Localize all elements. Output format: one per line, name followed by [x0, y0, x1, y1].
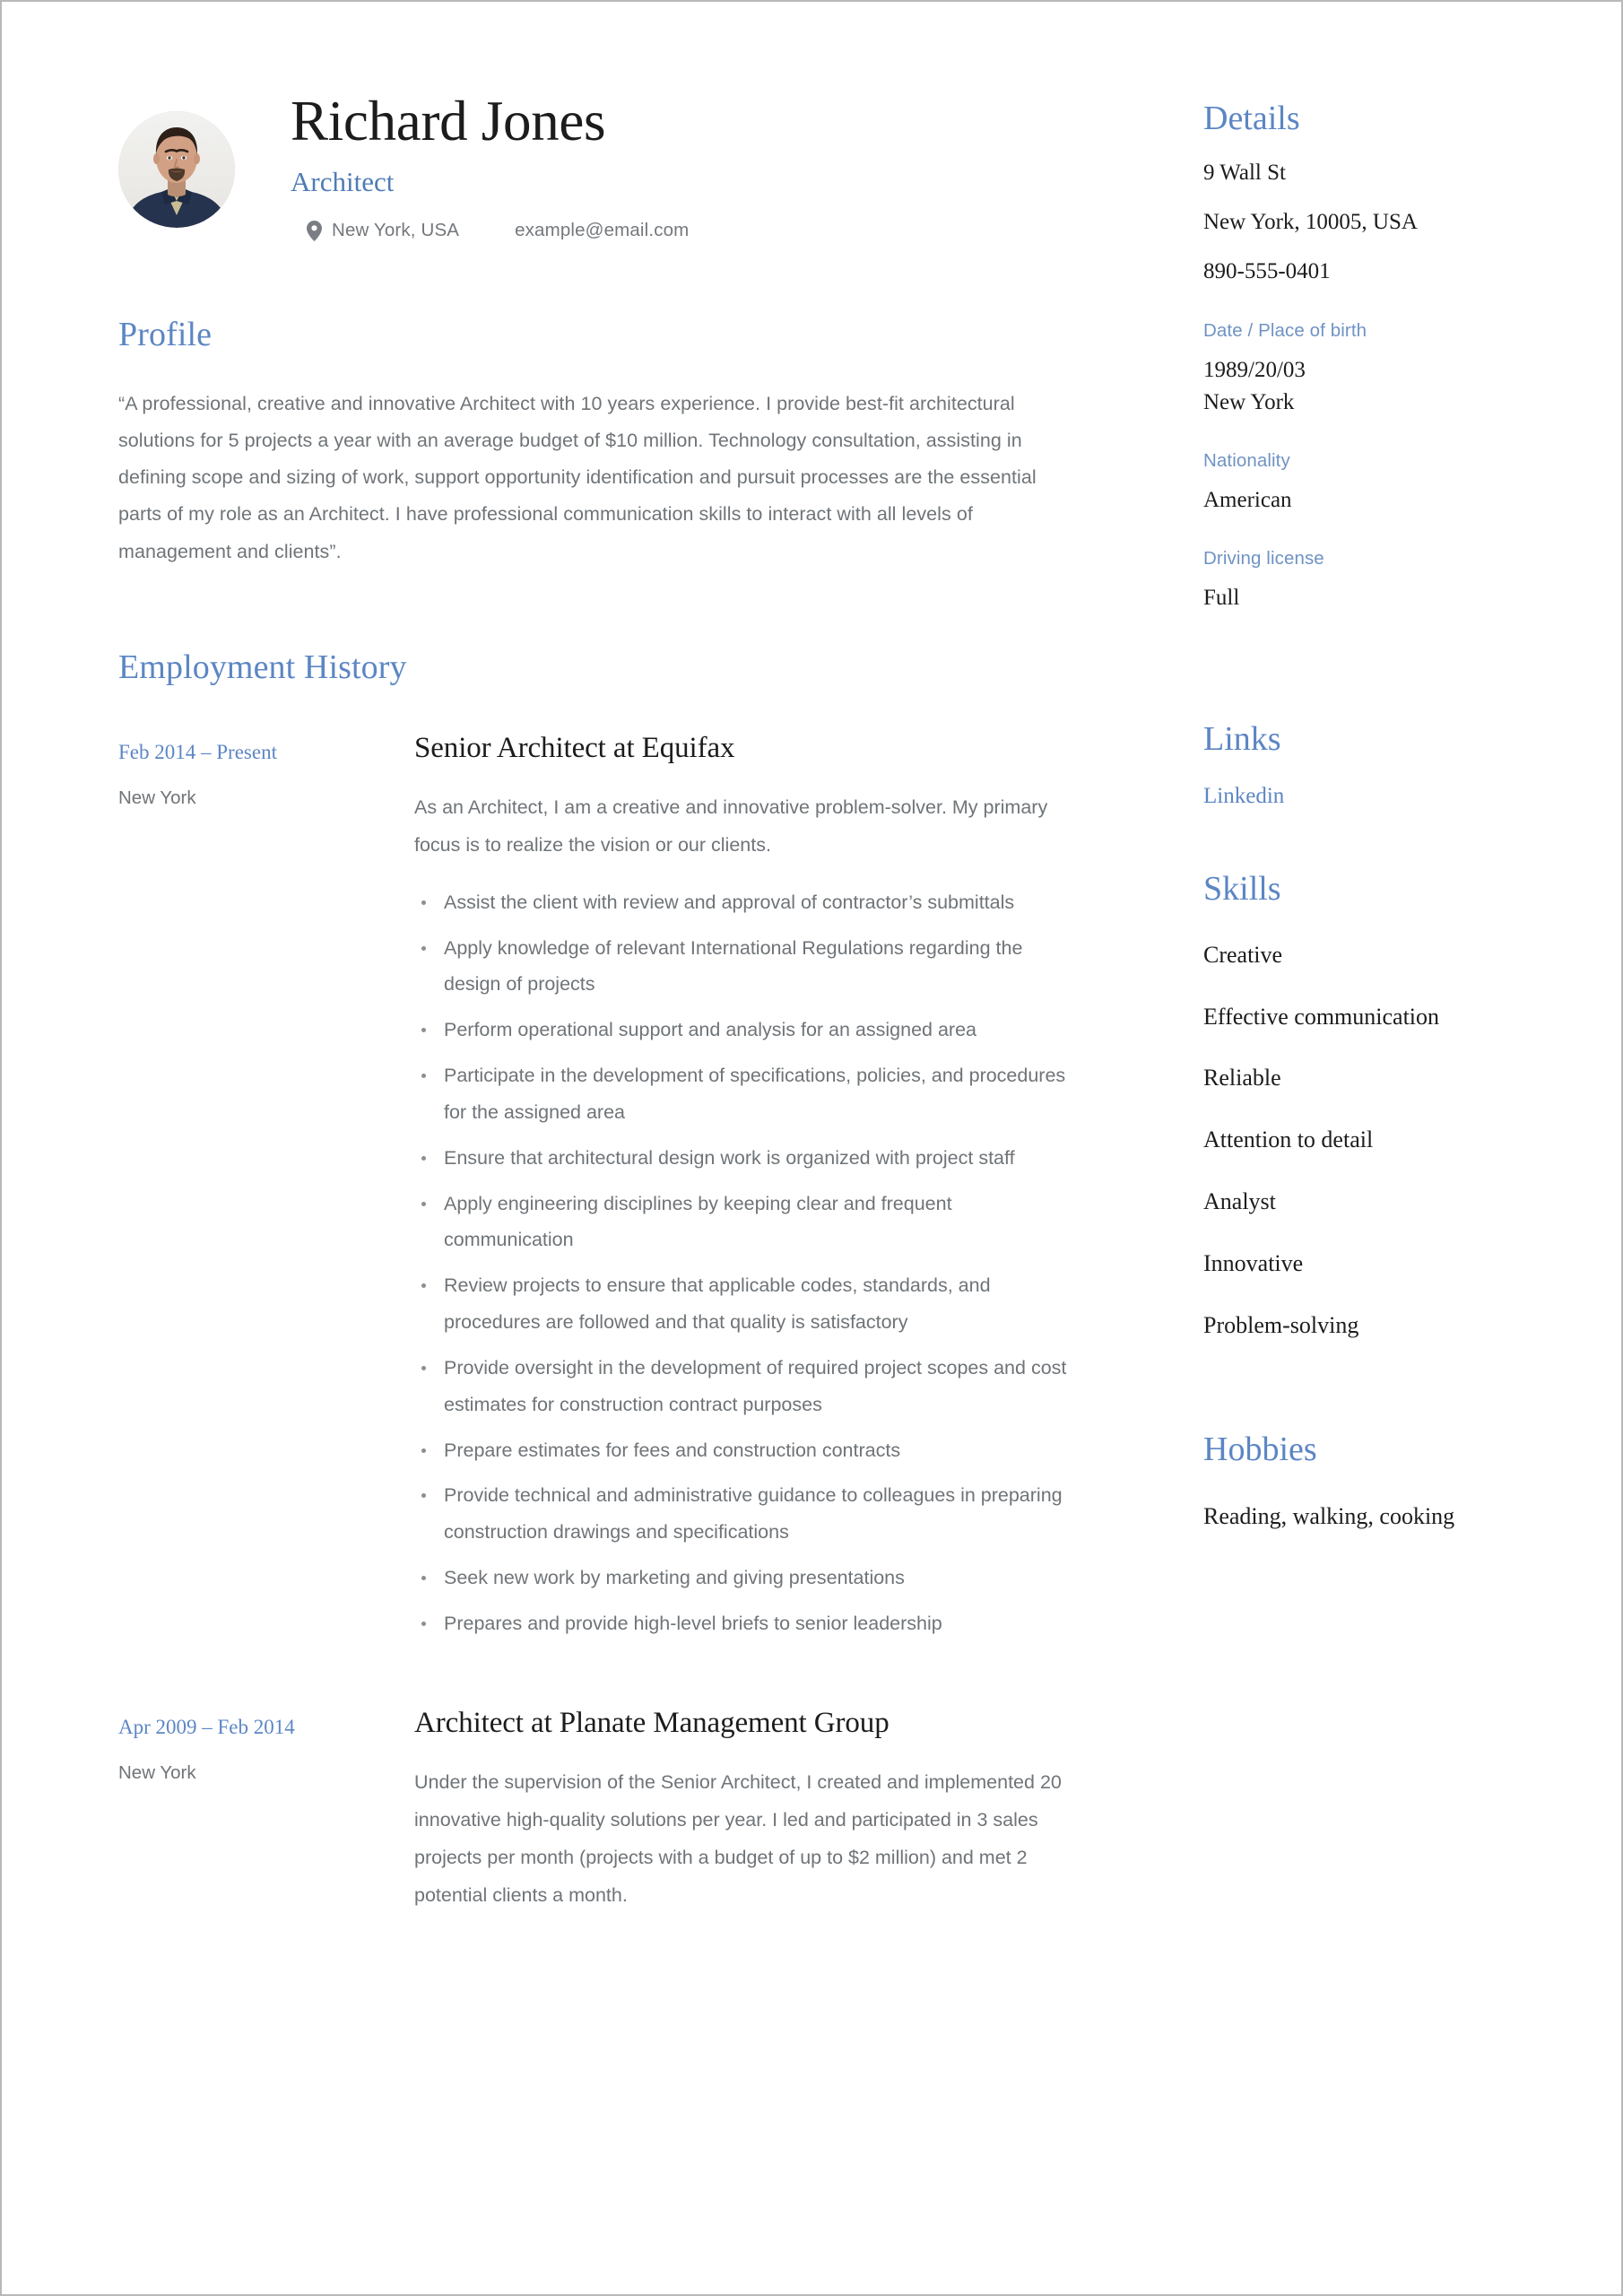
skill-item: Creative	[1203, 941, 1283, 968]
employment-description: Under the supervision of the Senior Arch…	[414, 1771, 1062, 1906]
profile-heading: Profile	[118, 316, 213, 354]
list-item: Perform operational support and analysis…	[414, 1012, 1078, 1048]
portrait-illustration	[118, 111, 235, 228]
contact-email[interactable]: example@email.com	[515, 220, 689, 241]
links-heading: Links	[1203, 720, 1281, 759]
details-dob-value: 1989/20/03 New York	[1203, 358, 1306, 414]
employment-entry: Apr 2009 – Feb 2014 New York Architect a…	[118, 1705, 1078, 1915]
skill-item: Effective communication	[1203, 1003, 1440, 1030]
list-item: Apply engineering disciplines by keeping…	[414, 1186, 1078, 1259]
list-item: Provide oversight in the development of …	[414, 1350, 1078, 1423]
details-heading: Details	[1203, 100, 1300, 137]
details-section: Details 9 Wall St New York, 10005, USA 8…	[1203, 99, 1499, 613]
hobbies-heading: Hobbies	[1203, 1430, 1317, 1468]
employment-dates: Apr 2009 – Feb 2014	[118, 1715, 295, 1738]
profile-section: Profile “A professional, creative and in…	[118, 315, 1078, 570]
skill-item: Attention to detail	[1203, 1126, 1374, 1153]
employment-section: Employment History Feb 2014 – Present Ne…	[118, 648, 1078, 1915]
location-pin-icon	[307, 220, 322, 241]
details-nationality-label: Nationality	[1203, 450, 1290, 472]
skills-heading: Skills	[1203, 870, 1281, 908]
profile-body: “A professional, creative and innovative…	[118, 392, 1037, 562]
contact-row: New York, USA example@email.com	[307, 220, 1078, 241]
main-column: Richard Jones Architect New York, USA ex…	[118, 91, 1132, 1969]
resume-content: Richard Jones Architect New York, USA ex…	[118, 91, 1541, 2294]
list-item: Prepare estimates for fees and construct…	[414, 1432, 1078, 1469]
employment-body: Architect at Planate Management Group Un…	[414, 1705, 1078, 1915]
list-item: Review projects to ensure that applicabl…	[414, 1267, 1078, 1341]
avatar-photo	[118, 111, 235, 228]
details-address-line1: 9 Wall St	[1203, 160, 1286, 185]
header-text-group: Richard Jones Architect New York, USA ex…	[291, 91, 1078, 241]
candidate-name: Richard Jones	[291, 90, 606, 152]
details-license-label: Driving license	[1203, 548, 1324, 570]
employment-title: Senior Architect at Equifax	[414, 731, 735, 764]
details-address-line2: New York, 10005, USA	[1203, 209, 1418, 234]
skill-item: Problem-solving	[1203, 1312, 1359, 1339]
skill-item: Analyst	[1203, 1188, 1276, 1215]
skill-item: Innovative	[1203, 1250, 1304, 1277]
links-section: Links Linkedin	[1203, 719, 1499, 812]
details-nationality-value: American	[1203, 487, 1292, 512]
list-item: Prepares and provide high-level briefs t…	[414, 1605, 1078, 1642]
employment-body: Senior Architect at Equifax As an Archit…	[414, 730, 1078, 1651]
employment-meta: Apr 2009 – Feb 2014 New York	[118, 1705, 414, 1787]
list-item: Ensure that architectural design work is…	[414, 1140, 1078, 1177]
contact-location: New York, USA	[332, 220, 460, 241]
hobbies-section: Hobbies Reading, walking, cooking	[1203, 1430, 1499, 1533]
list-item: Assist the client with review and approv…	[414, 884, 1078, 921]
employment-heading: Employment History	[118, 648, 407, 686]
skill-item: Reliable	[1203, 1065, 1281, 1091]
employment-description: As an Architect, I am a creative and inn…	[414, 796, 1048, 856]
candidate-job-title: Architect	[291, 165, 395, 197]
hobbies-text: Reading, walking, cooking	[1203, 1502, 1455, 1529]
employment-bullet-list: Assist the client with review and approv…	[414, 884, 1078, 1642]
skills-section: Skills Creative Effective communication …	[1203, 869, 1499, 1343]
details-license-value: Full	[1203, 585, 1240, 610]
employment-meta: Feb 2014 – Present New York	[118, 730, 414, 812]
details-phone: 890-555-0401	[1203, 259, 1331, 284]
avatar	[118, 111, 235, 228]
sidebar-column: Details 9 Wall St New York, 10005, USA 8…	[1203, 91, 1499, 1533]
list-item: Provide technical and administrative gui…	[414, 1477, 1078, 1551]
employment-entry: Feb 2014 – Present New York Senior Archi…	[118, 730, 1078, 1651]
employment-dates: Feb 2014 – Present	[118, 740, 277, 763]
employment-location: New York	[118, 787, 196, 808]
employment-title: Architect at Planate Management Group	[414, 1706, 890, 1739]
resume-header: Richard Jones Architect New York, USA ex…	[118, 91, 1078, 241]
resume-page: Richard Jones Architect New York, USA ex…	[0, 0, 1623, 2296]
details-dob-label: Date / Place of birth	[1203, 320, 1367, 342]
employment-location: New York	[118, 1761, 196, 1783]
list-item: Apply knowledge of relevant Internationa…	[414, 930, 1078, 1004]
link-linkedin[interactable]: Linkedin	[1203, 780, 1499, 812]
list-item: Participate in the development of specif…	[414, 1057, 1078, 1131]
list-item: Seek new work by marketing and giving pr…	[414, 1560, 1078, 1596]
